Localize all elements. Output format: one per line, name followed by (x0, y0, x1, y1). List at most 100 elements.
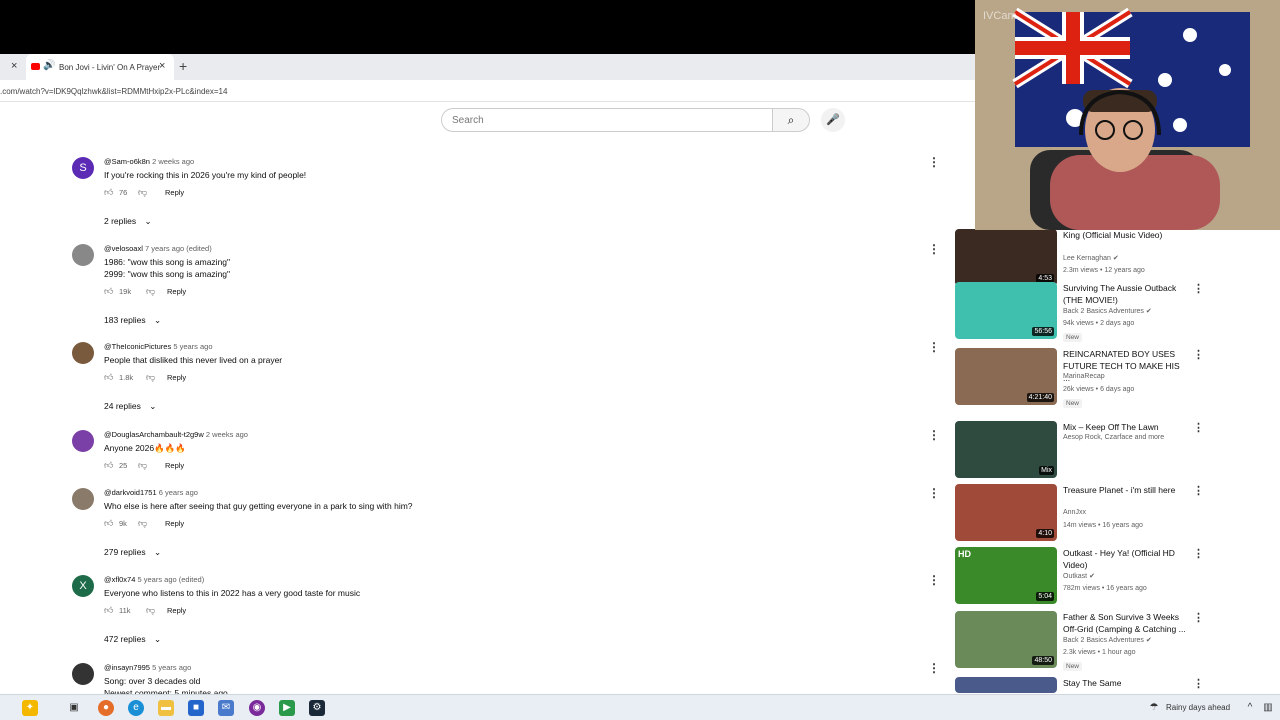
video-channel[interactable]: MarinaRecap (1063, 373, 1105, 380)
video-title[interactable]: King (Official Music Video) (1063, 229, 1189, 241)
video-thumbnail[interactable]: 4:53 (955, 229, 1057, 286)
video-menu-icon[interactable]: ⋮ (1193, 421, 1204, 434)
chevron-down-icon[interactable]: ⌄ (149, 401, 156, 411)
like-icon[interactable]: 👍︎ (104, 286, 113, 297)
video-thumbnail[interactable]: HD 5:04 (955, 547, 1057, 604)
steam-icon[interactable]: ⚙ (309, 700, 325, 716)
replies-toggle[interactable]: 183 replies ⌄ (104, 315, 161, 326)
tab-active[interactable]: 🔊 Bon Jovi - Livin' On A Prayer × (26, 54, 174, 80)
video-title[interactable]: Treasure Planet - i'm still here (1063, 484, 1189, 496)
video-menu-icon[interactable]: ⋮ (1193, 677, 1204, 690)
dislike-icon[interactable]: 👎︎ (138, 460, 147, 471)
like-icon[interactable]: 👍︎ (104, 460, 113, 471)
comment-menu-icon[interactable]: ⋮ (928, 155, 940, 169)
video-title[interactable]: Stay The Same (1063, 677, 1189, 689)
replies-toggle[interactable]: 472 replies ⌄ (104, 634, 161, 645)
comment-menu-icon[interactable]: ⋮ (928, 242, 940, 256)
video-thumbnail[interactable]: 4:21:40 (955, 348, 1057, 405)
like-icon[interactable]: 👍︎ (104, 372, 113, 383)
replies-toggle[interactable]: 279 replies ⌄ (104, 547, 161, 558)
video-channel[interactable]: Aesop Rock, Czarface and more (1063, 434, 1164, 441)
obs-icon[interactable]: ◉ (249, 700, 265, 716)
comment-menu-icon[interactable]: ⋮ (928, 428, 940, 442)
reply-button[interactable]: Reply (167, 287, 186, 296)
avatar[interactable]: X (72, 575, 94, 597)
video-channel[interactable]: Outkast ✔ (1063, 572, 1095, 580)
dislike-icon[interactable]: 👎︎ (138, 187, 147, 198)
mail-icon[interactable]: ✉ (218, 700, 234, 716)
avatar[interactable] (72, 430, 94, 452)
replies-count[interactable]: 472 replies (104, 634, 146, 644)
video-menu-icon[interactable]: ⋮ (1193, 282, 1204, 295)
dislike-icon[interactable]: 👎︎ (138, 518, 147, 529)
copilot-icon[interactable]: ✦ (22, 700, 38, 716)
video-channel[interactable]: AnnJxx (1063, 509, 1086, 516)
video-title[interactable]: Father & Son Survive 3 Weeks Off-Grid (C… (1063, 611, 1189, 635)
comment-author[interactable]: @xfl0x74 (104, 575, 135, 584)
comment-author[interactable]: @DouglasArchambault-t2g9w (104, 430, 204, 439)
video-channel[interactable]: Lee Kernaghan ✔ (1063, 254, 1119, 262)
comment-author[interactable]: @darkvoid1751 (104, 488, 157, 497)
firefox-icon[interactable]: ● (98, 700, 114, 716)
comment-time[interactable]: 7 years ago (edited) (145, 244, 212, 253)
video-menu-icon[interactable]: ⋮ (1193, 547, 1204, 560)
comment-time[interactable]: 2 weeks ago (152, 157, 194, 166)
streaming-app-icon[interactable]: ▶ (279, 700, 295, 716)
avatar[interactable] (72, 244, 94, 266)
video-thumbnail[interactable] (955, 677, 1057, 693)
chevron-up-icon[interactable]: ^ (1242, 700, 1258, 716)
replies-count[interactable]: 2 replies (104, 216, 136, 226)
replies-count[interactable]: 183 replies (104, 315, 146, 325)
reply-button[interactable]: Reply (167, 373, 186, 382)
reply-button[interactable]: Reply (165, 519, 184, 528)
comment-menu-icon[interactable]: ⋮ (928, 661, 940, 675)
video-thumbnail[interactable]: 48:50 (955, 611, 1057, 668)
reply-button[interactable]: Reply (165, 461, 184, 470)
close-tab-icon[interactable]: × (159, 60, 165, 72)
chevron-down-icon[interactable]: ⌄ (145, 216, 152, 226)
app-icon[interactable]: ■ (188, 700, 204, 716)
comment-time[interactable]: 5 years ago (edited) (137, 575, 204, 584)
comment-author[interactable]: @insayn7995 (104, 663, 150, 672)
replies-count[interactable]: 24 replies (104, 401, 141, 411)
dislike-icon[interactable]: 👎︎ (146, 372, 155, 383)
chevron-down-icon[interactable]: ⌄ (154, 547, 161, 557)
video-channel[interactable]: Back 2 Basics Adventures ✔ (1063, 307, 1152, 315)
comment-time[interactable]: 6 years ago (159, 488, 198, 497)
dislike-icon[interactable]: 👎︎ (146, 605, 155, 616)
avatar[interactable] (72, 663, 94, 685)
comment-menu-icon[interactable]: ⋮ (928, 573, 940, 587)
comment-author[interactable]: @Sam-o6k8n (104, 157, 150, 166)
file-explorer-icon[interactable]: ▬ (158, 700, 174, 716)
avatar[interactable] (72, 342, 94, 364)
weather-icon[interactable]: ☂ (1146, 700, 1162, 716)
weather-text[interactable]: Rainy days ahead (1166, 703, 1230, 712)
close-icon[interactable]: × (11, 60, 17, 72)
video-menu-icon[interactable]: ⋮ (1193, 348, 1204, 361)
chevron-down-icon[interactable]: ⌄ (154, 315, 161, 325)
microphone-button[interactable]: 🎤 (821, 108, 845, 132)
comment-author[interactable]: @velosoaxl (104, 244, 143, 253)
video-menu-icon[interactable]: ⋮ (1193, 484, 1204, 497)
video-menu-icon[interactable]: ⋮ (1193, 611, 1204, 624)
like-icon[interactable]: 👍︎ (104, 605, 113, 616)
video-title[interactable]: Outkast - Hey Ya! (Official HD Video) (1063, 547, 1189, 571)
avatar[interactable] (72, 488, 94, 510)
chevron-down-icon[interactable]: ⌄ (154, 634, 161, 644)
replies-toggle[interactable]: 24 replies ⌄ (104, 401, 156, 412)
edge-icon[interactable]: e (128, 700, 144, 716)
video-title[interactable]: Mix – Keep Off The Lawn (1063, 421, 1189, 433)
comment-time[interactable]: 5 years ago (152, 663, 191, 672)
speaker-icon[interactable]: 🔊 (43, 60, 55, 71)
reply-button[interactable]: Reply (167, 606, 186, 615)
comment-time[interactable]: 5 years ago (173, 342, 212, 351)
network-icon[interactable]: ▥ (1260, 700, 1276, 716)
task-view-icon[interactable]: ▣ (66, 700, 82, 716)
replies-toggle[interactable]: 2 replies ⌄ (104, 216, 152, 227)
dislike-icon[interactable]: 👎︎ (146, 286, 155, 297)
replies-count[interactable]: 279 replies (104, 547, 146, 557)
url-text[interactable]: .com/watch?v=lDK9Qqlzhwk&list=RDMMtHxip2… (0, 87, 227, 96)
search-input[interactable]: Search (441, 108, 773, 132)
video-channel[interactable]: Back 2 Basics Adventures ✔ (1063, 636, 1152, 644)
new-tab-button[interactable]: + (179, 58, 187, 74)
